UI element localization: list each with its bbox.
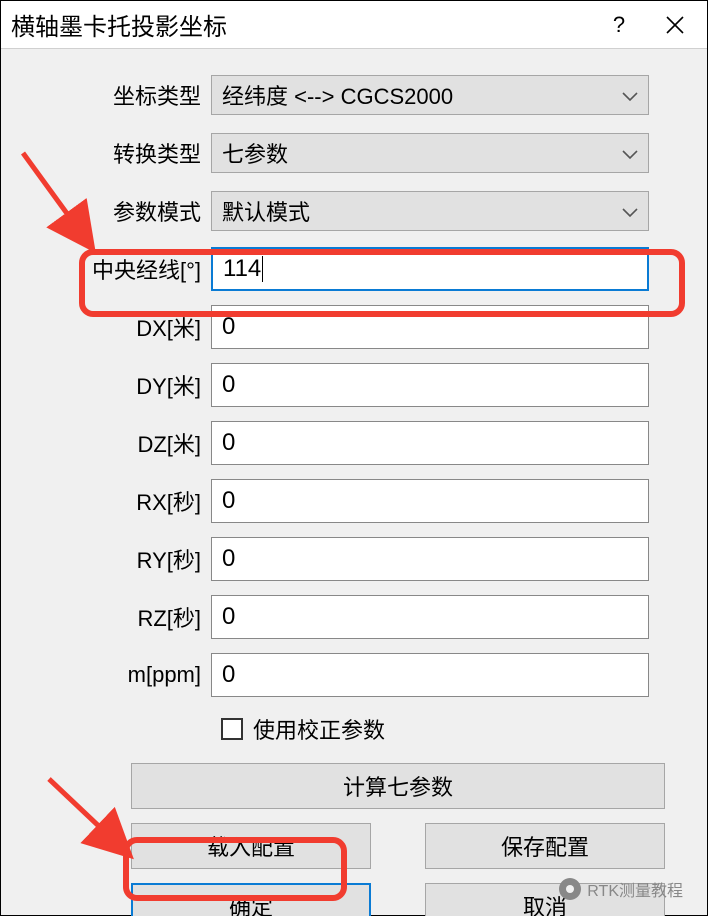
ok-button[interactable]: 确定 [131, 883, 371, 916]
wechat-icon [559, 878, 581, 900]
watermark: RTK测量教程 [559, 877, 683, 901]
row-cm: 中央经线[°] 114 [1, 245, 707, 293]
chevron-down-icon [622, 198, 638, 224]
chevron-down-icon [622, 140, 638, 166]
checkbox-use-correction[interactable] [221, 718, 243, 740]
row-ry: RY[秒] 0 [1, 535, 707, 583]
row-rx: RX[秒] 0 [1, 477, 707, 525]
chevron-down-icon [622, 82, 638, 108]
input-dz-value: 0 [222, 429, 235, 457]
select-coord-type[interactable]: 经纬度 <--> CGCS2000 [211, 75, 649, 115]
input-dx[interactable]: 0 [211, 305, 649, 349]
row-m: m[ppm] 0 [1, 651, 707, 699]
help-button[interactable]: ? [591, 1, 647, 49]
input-dy-value: 0 [222, 371, 235, 399]
row-conv-type: 转换类型 七参数 [1, 129, 707, 177]
row-coord-type: 坐标类型 经纬度 <--> CGCS2000 [1, 71, 707, 119]
ok-button-label: 确定 [229, 890, 273, 916]
save-config-button[interactable]: 保存配置 [425, 823, 665, 869]
form-body: 坐标类型 经纬度 <--> CGCS2000 转换类型 七参数 参数模式 默认模… [1, 49, 707, 915]
titlebar: 横轴墨卡托投影坐标 ? [1, 1, 707, 49]
input-ry-value: 0 [222, 545, 235, 573]
label-conv-type: 转换类型 [1, 137, 211, 169]
input-m[interactable]: 0 [211, 653, 649, 697]
select-param-mode[interactable]: 默认模式 [211, 191, 649, 231]
select-conv-type-value: 七参数 [222, 137, 288, 169]
label-dx: DX[米] [1, 311, 211, 343]
close-icon [666, 16, 684, 34]
label-cm: 中央经线[°] [1, 253, 211, 285]
input-dx-value: 0 [222, 313, 235, 341]
label-m: m[ppm] [1, 662, 211, 688]
input-rx[interactable]: 0 [211, 479, 649, 523]
row-dx: DX[米] 0 [1, 303, 707, 351]
compute-seven-params-button[interactable]: 计算七参数 [131, 763, 665, 809]
dialog-title: 横轴墨卡托投影坐标 [11, 7, 591, 42]
watermark-text: RTK测量教程 [587, 877, 683, 901]
row-dy: DY[米] 0 [1, 361, 707, 409]
label-rx: RX[秒] [1, 485, 211, 517]
select-conv-type[interactable]: 七参数 [211, 133, 649, 173]
text-caret [262, 256, 263, 282]
input-cm-value: 114 [223, 255, 261, 283]
label-dz: DZ[米] [1, 427, 211, 459]
row-dz: DZ[米] 0 [1, 419, 707, 467]
compute-button-label: 计算七参数 [343, 770, 453, 802]
input-dz[interactable]: 0 [211, 421, 649, 465]
dialog-window: 横轴墨卡托投影坐标 ? 坐标类型 经纬度 <- [0, 0, 708, 916]
input-rz-value: 0 [222, 603, 235, 631]
label-rz: RZ[秒] [1, 601, 211, 633]
label-dy: DY[米] [1, 369, 211, 401]
save-button-label: 保存配置 [501, 830, 589, 862]
input-rx-value: 0 [222, 487, 235, 515]
row-rz: RZ[秒] 0 [1, 593, 707, 641]
close-button[interactable] [647, 1, 703, 49]
label-ry: RY[秒] [1, 543, 211, 575]
row-param-mode: 参数模式 默认模式 [1, 187, 707, 235]
label-param-mode: 参数模式 [1, 195, 211, 227]
load-button-label: 载入配置 [207, 830, 295, 862]
input-rz[interactable]: 0 [211, 595, 649, 639]
label-coord-type: 坐标类型 [1, 79, 211, 111]
input-dy[interactable]: 0 [211, 363, 649, 407]
load-config-button[interactable]: 载入配置 [131, 823, 371, 869]
input-central-meridian[interactable]: 114 [211, 247, 649, 291]
select-param-mode-value: 默认模式 [222, 195, 310, 227]
select-coord-type-value: 经纬度 <--> CGCS2000 [222, 79, 453, 111]
row-load-save: 载入配置 保存配置 [131, 823, 707, 869]
input-m-value: 0 [222, 661, 235, 689]
label-use-correction: 使用校正参数 [253, 713, 385, 745]
input-ry[interactable]: 0 [211, 537, 649, 581]
row-use-correction: 使用校正参数 [221, 709, 707, 749]
